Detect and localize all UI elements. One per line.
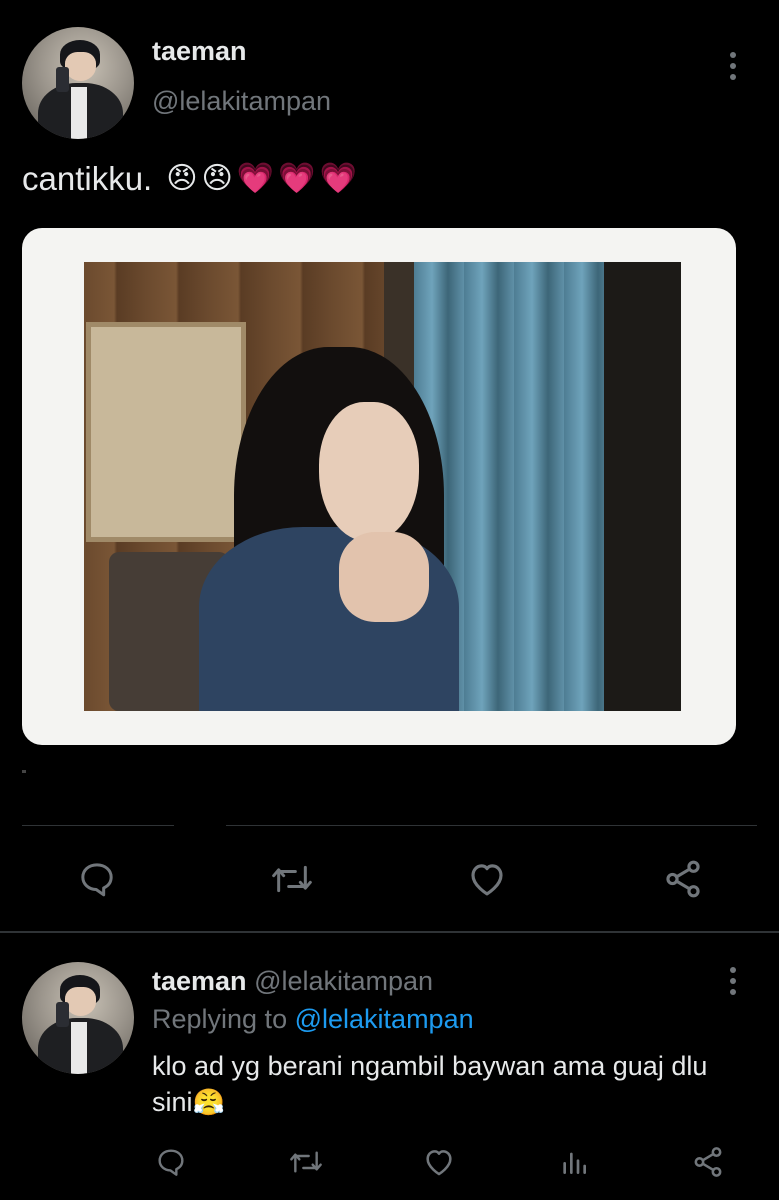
analytics-icon[interactable] (556, 1144, 592, 1180)
more-options-icon[interactable] (730, 967, 738, 995)
reply-text: klo ad yg berani ngambil baywan ama guaj… (152, 1048, 752, 1120)
share-icon[interactable] (660, 856, 706, 902)
heart-icon[interactable] (464, 856, 510, 902)
growing-heart-emoji: 💗 (236, 162, 275, 195)
author-name[interactable]: taeman (152, 36, 247, 67)
reply-text-body: klo ad yg berani ngambil baywan ama guaj… (152, 1051, 708, 1117)
divider (0, 931, 779, 933)
divider (22, 825, 174, 826)
heart-icon[interactable] (421, 1144, 457, 1180)
share-icon[interactable] (690, 1144, 726, 1180)
replying-to-label: Replying to (152, 1004, 288, 1034)
tweet-text-body: cantikku. (22, 160, 153, 197)
retweet-icon[interactable] (284, 1144, 328, 1180)
reply-icon[interactable] (74, 856, 120, 902)
author-handle[interactable]: @lelakitampan (152, 86, 331, 117)
tweet-photo[interactable] (84, 262, 681, 711)
more-options-icon[interactable] (730, 52, 738, 80)
steam-from-nose-emoji: 😤 (192, 1087, 225, 1117)
growing-heart-emoji: 💗 (319, 162, 357, 195)
reply-header: taeman @lelakitampan (152, 966, 433, 997)
author-avatar[interactable] (22, 27, 134, 139)
growing-heart-emoji: 💗 (278, 162, 316, 195)
retweet-icon[interactable] (266, 856, 318, 902)
reply-author-handle[interactable]: @lelakitampan (254, 966, 433, 996)
tweet-detail-page: taeman @lelakitampan cantikku. 😠 😠 💗 💗 💗 (0, 0, 779, 1200)
reply-icon[interactable] (153, 1144, 189, 1180)
reply-author-avatar[interactable] (22, 962, 134, 1074)
replying-to-mention[interactable]: @lelakitampan (295, 1004, 474, 1034)
angry-face-emoji: 😠 (166, 162, 198, 195)
reply-author-name[interactable]: taeman (152, 966, 247, 996)
artifact-mark (22, 770, 26, 773)
divider (226, 825, 757, 826)
tweet-text: cantikku. 😠 😠 💗 💗 💗 (22, 160, 357, 198)
angry-face-emoji: 😠 (201, 162, 233, 195)
replying-to: Replying to @lelakitampan (152, 1004, 474, 1035)
